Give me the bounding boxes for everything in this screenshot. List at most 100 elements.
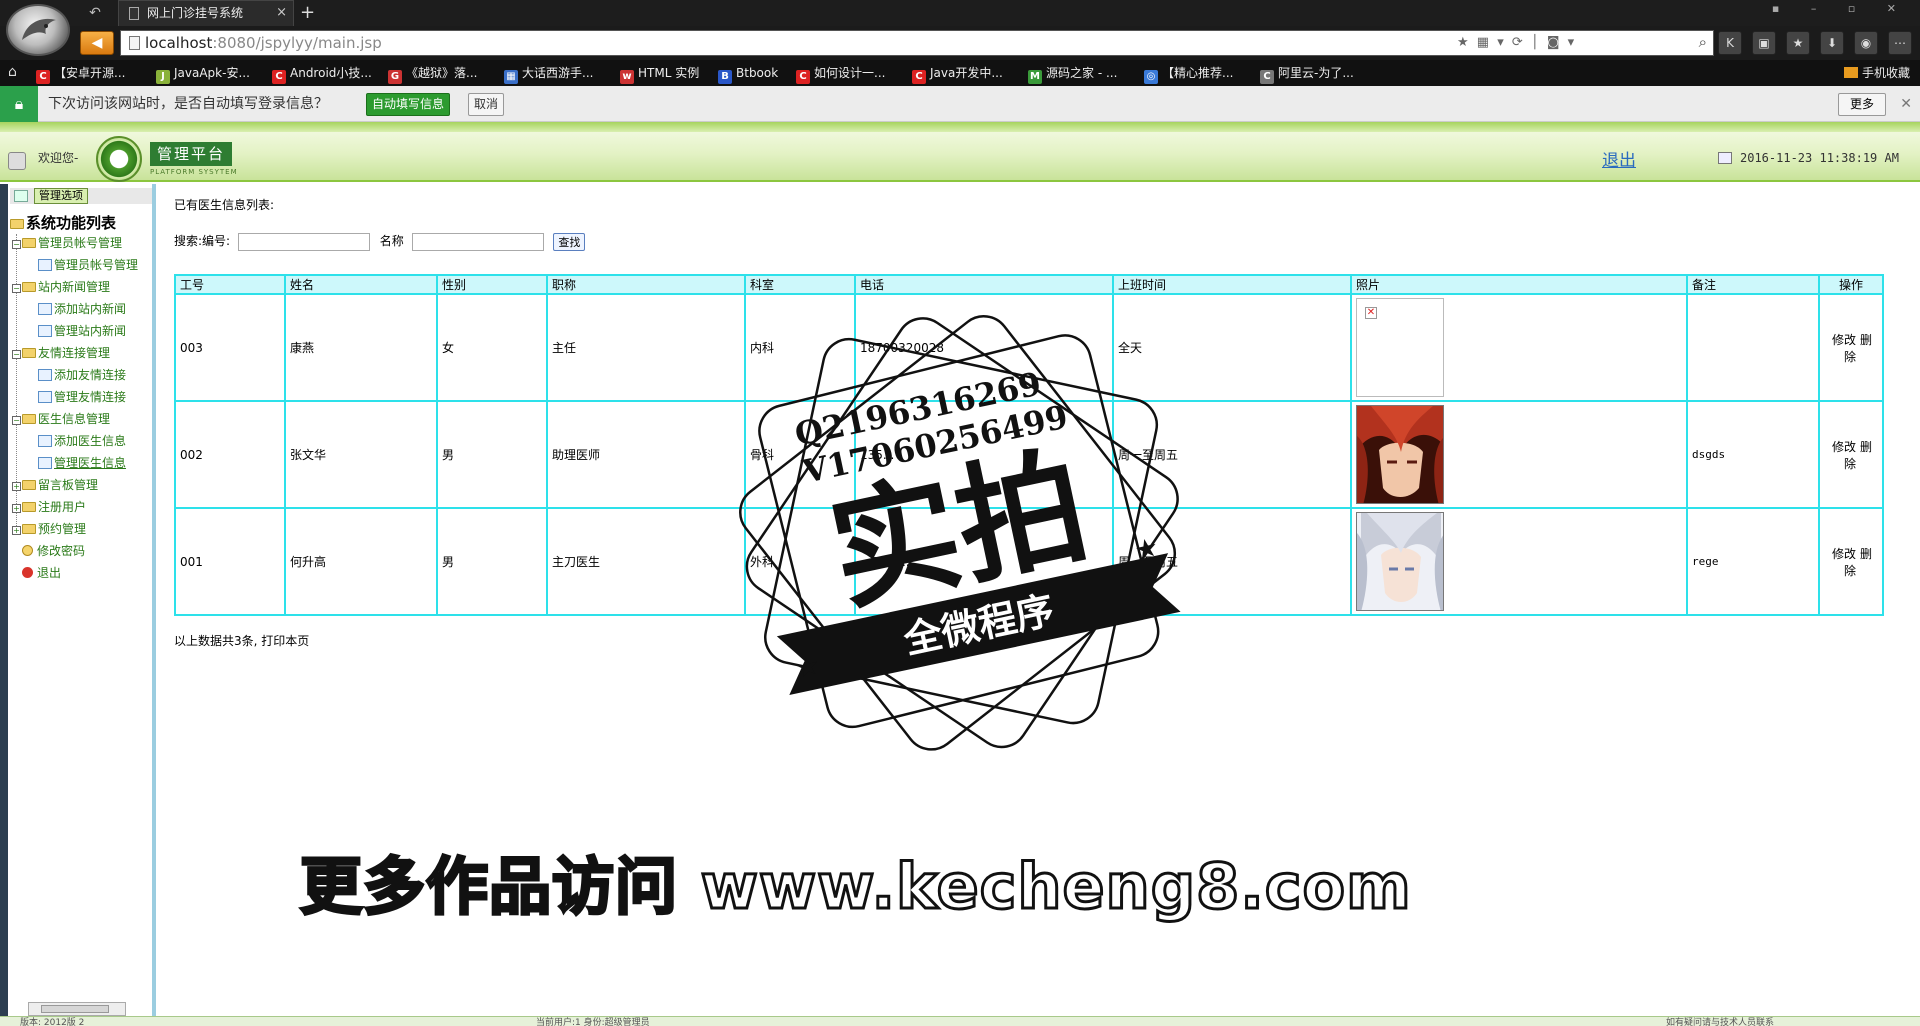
bookmark-item[interactable]: ▦ 大话西游手...: [504, 60, 593, 86]
back-button[interactable]: ◀: [80, 31, 114, 55]
bookmark-item[interactable]: ◎ 【精心推荐...: [1144, 60, 1233, 86]
broken-image-icon: ✕: [1356, 298, 1444, 397]
arrow-left-icon: ◀: [91, 35, 103, 51]
search-icon[interactable]: ⌕: [1699, 33, 1707, 51]
sidebar-item-links-manage[interactable]: 管理友情连接: [38, 388, 126, 406]
sidebar-header-label: 管理选项: [34, 188, 88, 204]
cell-dept: 内科: [744, 293, 856, 402]
bookmark-item[interactable]: G 《越狱》落...: [388, 60, 477, 86]
welcome-text: 欢迎您-: [38, 151, 79, 165]
game-icon[interactable]: ◉: [1854, 31, 1878, 55]
sidebar-item-label: 退出: [37, 566, 62, 580]
url-path: :8080/jspylyy/main.jsp: [212, 34, 382, 52]
bookmark-favicon-icon: C: [272, 70, 286, 84]
browser-tab-active[interactable]: 网上门诊挂号系统 ×: [118, 0, 294, 26]
bookmark-item[interactable]: B Btbook: [718, 60, 778, 86]
bookmark-favicon-icon: w: [620, 70, 634, 84]
sidebar-group-links[interactable]: − 友情连接管理: [12, 344, 110, 362]
home-icon[interactable]: ⌂: [8, 64, 17, 80]
bookmark-item[interactable]: C Java开发中...: [912, 60, 1003, 86]
sidebar-group-appointments[interactable]: + 预约管理: [12, 520, 86, 538]
new-tab-button[interactable]: +: [300, 1, 315, 25]
bookmark-item[interactable]: C Android小技...: [272, 60, 372, 86]
status-center: 当前用户:1 身份:超级管理员: [536, 1018, 650, 1026]
cell-gender: 男: [436, 400, 548, 509]
sidebar-item-change-password[interactable]: 修改密码: [22, 542, 85, 560]
bookmarks-bar: ⌂ C 【安卓开源... J JavaApk-安... C Android小技... …: [0, 60, 1920, 86]
sidebar-group-news[interactable]: − 站内新闻管理: [12, 278, 110, 296]
sidebar-group-label: 站内新闻管理: [38, 280, 111, 294]
sidebar-group-admin[interactable]: − 管理员帐号管理: [12, 234, 122, 252]
address-bar[interactable]: localhost:8080/jspylyy/main.jsp ★ ▦ ▾ ⟳ …: [120, 30, 1714, 56]
search-button[interactable]: 查找: [553, 232, 586, 251]
logout-link[interactable]: 退出: [1602, 146, 1636, 171]
sidebar-item-exit[interactable]: 退出: [22, 564, 61, 582]
scrollbar-thumb[interactable]: [41, 1005, 109, 1013]
cell-photo: [1350, 507, 1688, 616]
sidebar-item-doctors-manage[interactable]: 管理医生信息: [38, 454, 126, 472]
cancel-button[interactable]: 取消: [468, 93, 504, 116]
edit-link[interactable]: 修改: [1832, 547, 1856, 561]
bookmark-item[interactable]: J JavaApk-安...: [156, 60, 250, 86]
download-icon[interactable]: ⬇: [1820, 31, 1844, 55]
window-controls[interactable]: ▪ – ▫ ✕: [1772, 2, 1910, 15]
column-header: 科室: [744, 274, 856, 295]
sidebar-group-label: 留言板管理: [38, 478, 99, 492]
menu-icon[interactable]: ⋯: [1888, 31, 1912, 55]
sidebar-item-label: 添加站内新闻: [54, 302, 127, 316]
key-icon: [22, 545, 33, 556]
bookmark-favicon-icon: C: [796, 70, 810, 84]
cell-title: 助理医师: [546, 400, 746, 509]
sidebar-root[interactable]: 系统功能列表: [10, 212, 116, 233]
autofill-notification-bar: 🔒︎ 下次访问该网站时，是否自动填写登录信息？ 自动填写信息 取消 更多 ✕: [0, 86, 1920, 122]
more-button[interactable]: 更多: [1838, 93, 1886, 116]
column-header: 电话: [854, 274, 1114, 295]
undo-close-tab-icon[interactable]: ↶: [82, 3, 108, 23]
grid-icon: [14, 190, 28, 202]
bookmark-item[interactable]: C 【安卓开源...: [36, 60, 125, 86]
status-bar: 版本: 2012版 2 当前用户:1 身份:超级管理员 如有疑问请与技术人员联系: [0, 1016, 1920, 1026]
sidebar-item-doctors-add[interactable]: 添加医生信息: [38, 432, 126, 450]
sidebar-item-news-manage[interactable]: 管理站内新闻: [38, 322, 126, 340]
cell-name: 张文华: [284, 400, 438, 509]
lock-icon[interactable]: ▣: [1752, 31, 1776, 55]
address-bar-tools[interactable]: ★ ▦ ▾ ⟳ │ ◙ ▾: [1457, 31, 1576, 55]
sidebar-group-doctors[interactable]: − 医生信息管理: [12, 410, 110, 428]
sidebar-horizontal-scrollbar[interactable]: [28, 1002, 126, 1016]
app-logo-icon: [96, 136, 142, 182]
edit-link[interactable]: 修改: [1832, 440, 1856, 454]
bookmark-item[interactable]: M 源码之家 - ...: [1028, 60, 1117, 86]
bookmark-item[interactable]: C 阿里云-为了...: [1260, 60, 1354, 86]
close-tab-icon[interactable]: ×: [276, 1, 287, 25]
autofill-button[interactable]: 自动填写信息: [366, 93, 450, 116]
column-header: 照片: [1350, 274, 1688, 295]
sidebar-item-links-add[interactable]: 添加友情连接: [38, 366, 126, 384]
star-icon[interactable]: ★: [1786, 31, 1810, 55]
status-left: 版本: 2012版 2: [20, 1018, 85, 1026]
folder-open-icon: [22, 414, 36, 424]
collapse-icon: −: [12, 416, 21, 425]
mobile-favorites-button[interactable]: 手机收藏: [1843, 60, 1910, 86]
cell-id: 002: [174, 400, 286, 509]
edit-page-icon: [38, 435, 52, 447]
cell-phone: 135...: [854, 400, 1114, 509]
sidebar-group-messages[interactable]: + 留言板管理: [12, 476, 98, 494]
bookmark-favicon-icon: C: [1260, 70, 1274, 84]
url-text[interactable]: localhost:8080/jspylyy/main.jsp: [145, 31, 382, 55]
folder-icon: [22, 480, 36, 490]
search-id-input[interactable]: [237, 232, 370, 251]
edit-link[interactable]: 修改: [1832, 333, 1856, 347]
sidebar-group-label: 医生信息管理: [38, 412, 111, 426]
cell-schedule: 周一至周五: [1112, 400, 1352, 509]
edit-page-icon: [38, 303, 52, 315]
browser-logo-icon[interactable]: [6, 4, 70, 56]
search-name-input[interactable]: [411, 232, 544, 251]
bookmark-item[interactable]: w HTML 实例: [620, 60, 699, 86]
sidebar-group-users[interactable]: + 注册用户: [12, 498, 86, 516]
close-icon[interactable]: ✕: [1900, 86, 1912, 122]
sidebar-item-news-add[interactable]: 添加站内新闻: [38, 300, 126, 318]
sidebar-item-label: 管理友情连接: [54, 390, 127, 404]
extension-k-icon[interactable]: K: [1718, 31, 1742, 55]
sidebar-item-admin-manage[interactable]: 管理员帐号管理: [38, 256, 138, 274]
bookmark-item[interactable]: C 如何设计一...: [796, 60, 885, 86]
